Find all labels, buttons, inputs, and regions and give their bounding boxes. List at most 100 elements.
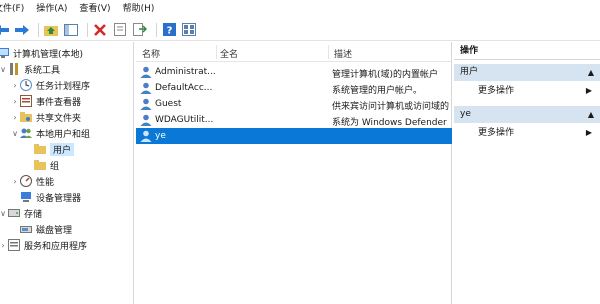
section-label: 用户: [460, 67, 479, 77]
chevron-down-icon[interactable]: ∨: [0, 65, 8, 74]
table-row[interactable]: Administrat... 管理计算机(域)的内置帐户: [136, 64, 452, 80]
chevron-right-icon[interactable]: ›: [0, 241, 8, 250]
user-icon: [140, 130, 152, 142]
tree-label: 本地用户和组: [36, 129, 91, 140]
tree-item-performance[interactable]: › 性能: [10, 174, 54, 188]
collapse-icon[interactable]: ▲: [588, 64, 594, 81]
actions-section-ye[interactable]: ye ▲: [454, 106, 600, 123]
tree-label: 组: [50, 161, 60, 172]
list-header: 名称 全名 描述: [136, 42, 452, 62]
table-row[interactable]: DefaultAcc... 系统管理的用户帐户。: [136, 80, 452, 96]
menu-bar: 文件(F) 操作(A) 查看(V) 帮助(H): [0, 0, 600, 19]
menu-help[interactable]: 帮助(H): [117, 0, 161, 19]
folder-icon: [34, 159, 46, 171]
tree-item-shared-folders[interactable]: › 共享文件夹: [10, 110, 81, 124]
properties-icon[interactable]: [112, 22, 128, 38]
actions-section-users[interactable]: 用户 ▲: [454, 64, 600, 81]
export-icon[interactable]: [132, 22, 148, 38]
tree-item-local-users-groups[interactable]: ∨ 本地用户和组: [10, 126, 90, 140]
chevron-down-icon[interactable]: ∨: [10, 129, 20, 138]
chevron-right-icon[interactable]: ›: [10, 81, 20, 90]
user-description: 系统为 Windows Defender: [332, 118, 447, 128]
user-icon: [140, 82, 152, 94]
tree-label: 磁盘管理: [36, 225, 73, 236]
user-name: WDAGUtilit...: [155, 115, 214, 125]
collapse-icon[interactable]: ▲: [588, 106, 594, 123]
shared-folder-icon: [20, 111, 32, 123]
computer-icon: [0, 47, 9, 59]
action-label: 更多操作: [478, 86, 515, 96]
user-description: 系统管理的用户帐户。: [332, 86, 423, 96]
users-list: 名称 全名 描述 Administrat... 管理计算机(域)的内置帐户 De…: [136, 42, 452, 304]
user-icon: [140, 66, 152, 78]
action-label: 更多操作: [478, 128, 515, 138]
tree-label: 系统工具: [24, 65, 61, 76]
tree-label: 计算机管理(本地): [13, 49, 84, 60]
menu-action[interactable]: 操作(A): [30, 0, 73, 19]
tree-label: 设备管理器: [36, 193, 82, 204]
user-icon: [140, 114, 152, 126]
services-icon: [8, 239, 20, 251]
user-name: Administrat...: [155, 67, 216, 77]
tree-label: 任务计划程序: [36, 81, 91, 92]
more-actions-item[interactable]: 更多操作 ▶: [478, 83, 596, 99]
forward-icon[interactable]: [14, 22, 30, 38]
menu-file[interactable]: 文件(F): [0, 0, 30, 19]
column-divider[interactable]: [328, 45, 329, 59]
tree-item-event-viewer[interactable]: › 事件查看器: [10, 94, 81, 108]
toolbar: ?: [0, 19, 600, 41]
up-folder-icon[interactable]: [43, 22, 59, 38]
menu-view[interactable]: 查看(V): [73, 0, 116, 19]
column-header-name[interactable]: 名称: [142, 47, 160, 60]
tools-icon: [8, 63, 20, 75]
tree-item-users[interactable]: 用户: [34, 142, 75, 156]
user-name: Guest: [155, 99, 182, 109]
toolbar-separator: [156, 22, 157, 37]
users-group-icon: [20, 127, 32, 139]
column-divider[interactable]: [216, 45, 217, 59]
section-label: ye: [460, 109, 471, 119]
tree-label: 用户: [50, 142, 75, 156]
tree-label: 共享文件夹: [36, 113, 82, 124]
storage-icon: [8, 207, 20, 219]
submenu-arrow-icon: ▶: [585, 128, 592, 137]
user-description: 供来宾访问计算机或访问域的: [332, 102, 450, 112]
console-tree: 计算机管理(本地) ∨ 系统工具 › 任务计划程序 › 事件查看器 › 共享文件…: [0, 42, 134, 304]
tree-item-device-manager[interactable]: 设备管理器: [20, 190, 81, 204]
delete-icon[interactable]: [92, 22, 108, 38]
more-actions-item[interactable]: 更多操作 ▶: [478, 125, 596, 141]
user-description: 管理计算机(域)的内置帐户: [332, 70, 439, 80]
column-header-description[interactable]: 描述: [334, 47, 352, 60]
chevron-right-icon[interactable]: ›: [10, 97, 20, 106]
actions-title: 操作: [454, 42, 600, 60]
table-row[interactable]: Guest 供来宾访问计算机或访问域的: [136, 96, 452, 112]
user-name: ye: [155, 131, 166, 141]
disk-icon: [20, 223, 32, 235]
toolbar-separator: [87, 22, 88, 37]
event-viewer-icon: [20, 95, 32, 107]
tree-label: 存储: [24, 209, 43, 220]
chevron-right-icon[interactable]: ›: [10, 113, 20, 122]
device-manager-icon: [20, 191, 32, 203]
tree-item-groups[interactable]: 组: [34, 158, 59, 172]
toolbar-separator: [38, 22, 39, 37]
help-icon[interactable]: ?: [161, 22, 177, 38]
user-icon: [140, 98, 152, 110]
back-icon[interactable]: [0, 22, 10, 38]
chevron-down-icon[interactable]: ∨: [0, 209, 8, 218]
tree-item-services-apps[interactable]: › 服务和应用程序: [0, 238, 87, 252]
tree-label: 性能: [36, 177, 55, 188]
view-icon[interactable]: [181, 22, 197, 38]
tree-item-system-tools[interactable]: ∨ 系统工具: [0, 62, 60, 76]
tree-item-computer-management[interactable]: 计算机管理(本地): [0, 46, 83, 60]
tree-item-task-scheduler[interactable]: › 任务计划程序: [10, 78, 90, 92]
chevron-right-icon[interactable]: ›: [10, 177, 20, 186]
show-hide-tree-icon[interactable]: [63, 22, 79, 38]
submenu-arrow-icon: ▶: [585, 86, 592, 95]
tree-item-disk-management[interactable]: 磁盘管理: [20, 222, 72, 236]
tree-item-storage[interactable]: ∨ 存储: [0, 206, 42, 220]
table-row[interactable]: WDAGUtilit... 系统为 Windows Defender: [136, 112, 452, 128]
table-row-selected[interactable]: ye: [136, 128, 452, 144]
clock-icon: [20, 79, 32, 91]
column-header-full-name[interactable]: 全名: [220, 47, 238, 60]
